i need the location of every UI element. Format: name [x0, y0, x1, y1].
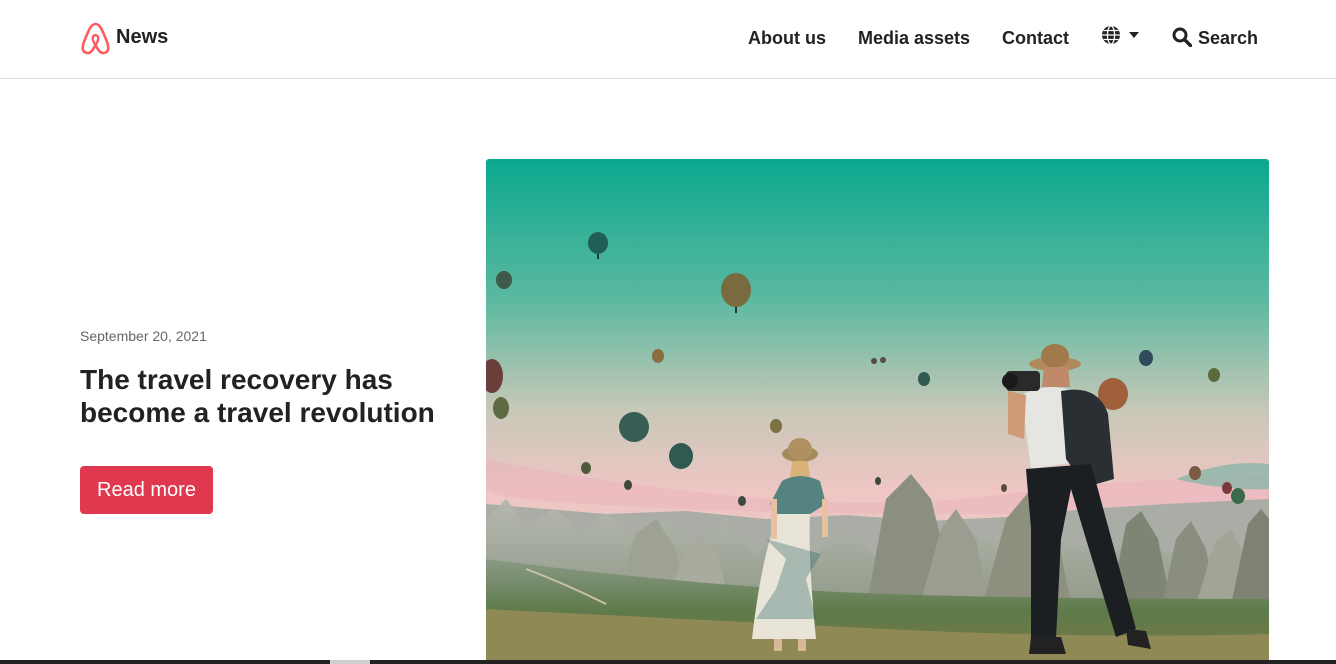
language-selector[interactable]: [1101, 25, 1139, 45]
globe-icon: [1102, 25, 1120, 45]
nav-contact[interactable]: Contact: [1002, 28, 1069, 49]
search-button[interactable]: Search: [1172, 25, 1258, 49]
hot-air-balloons-photo: [486, 159, 1269, 664]
airbnb-logo-icon: [81, 22, 110, 55]
chevron-down-icon: [1129, 32, 1139, 38]
search-icon: [1172, 27, 1192, 47]
site-header: News About us Media assets Contact Searc…: [0, 0, 1336, 79]
search-label: Search: [1198, 28, 1259, 48]
article-title[interactable]: The travel recovery has become a travel …: [80, 363, 470, 429]
bottom-border-highlight: [330, 660, 370, 664]
nav-about-us[interactable]: About us: [748, 28, 826, 49]
featured-image[interactable]: [486, 159, 1269, 664]
brand-name: News: [116, 25, 169, 48]
nav-media-assets[interactable]: Media assets: [858, 28, 970, 49]
read-more-button[interactable]: Read more: [80, 466, 213, 514]
bottom-border: [0, 660, 1336, 664]
article-date: September 20, 2021: [80, 328, 207, 344]
brand-link[interactable]: News: [79, 21, 168, 56]
